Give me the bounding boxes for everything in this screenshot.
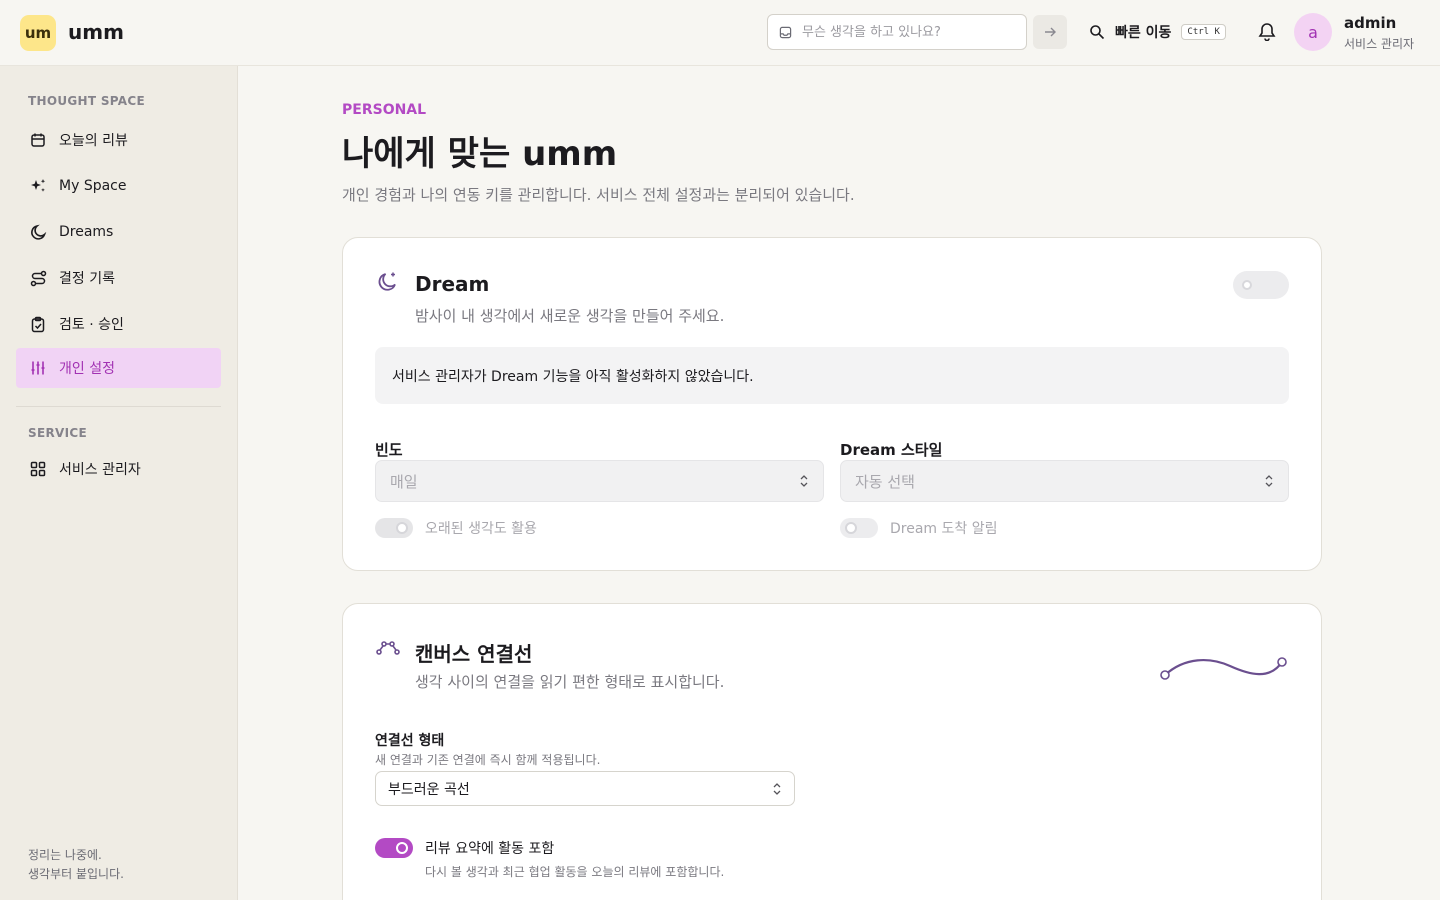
canvas-connection-card: 캔버스 연결선 생각 사이의 연결을 읽기 편한 형태로 표시합니다. 연결선 … <box>342 603 1322 900</box>
section-title-service: SERVICE <box>28 426 87 440</box>
sidebar-item-label: My Space <box>59 178 127 194</box>
dream-style-select[interactable]: 자동 선택 <box>840 460 1289 502</box>
review-activity-hint: 다시 볼 생각과 최근 협업 활동을 오늘의 리뷰에 포함합니다. <box>425 865 725 879</box>
sidebar-item-daily-review[interactable]: 오늘의 리뷰 <box>16 120 221 160</box>
connection-shape-select[interactable]: 부드러운 곡선 <box>375 771 795 806</box>
toggle-knob <box>1242 280 1252 290</box>
sidebar-divider <box>16 406 221 407</box>
route-icon <box>29 269 47 287</box>
chevrons-up-down-icon <box>1264 474 1274 488</box>
review-activity-row: 리뷰 요약에 활동 포함 <box>375 838 554 858</box>
arrival-alert-row: Dream 도착 알림 <box>840 518 997 538</box>
user-avatar[interactable]: a <box>1294 13 1332 51</box>
sidebar-footer: 정리는 나중에. 생각부터 붙입니다. <box>28 846 124 884</box>
page-title: 나에게 맞는 umm <box>342 134 618 174</box>
notifications-button[interactable] <box>1256 20 1278 42</box>
search-icon <box>1089 24 1105 40</box>
dream-disabled-notice: 서비스 관리자가 Dream 기능을 아직 활성화하지 않았습니다. <box>375 347 1289 404</box>
sidebar-item-personal-settings[interactable]: 개인 설정 <box>16 348 221 388</box>
dream-description: 밤사이 내 생각에서 새로운 생각을 만들어 주세요. <box>415 307 725 325</box>
old-thoughts-toggle[interactable] <box>375 518 413 538</box>
app-logo[interactable]: um <box>20 15 56 51</box>
moon-star-icon <box>376 270 400 294</box>
chevrons-up-down-icon <box>799 474 809 488</box>
page-kicker: PERSONAL <box>342 102 427 118</box>
sidebar-item-label: Dreams <box>59 224 114 240</box>
review-activity-toggle[interactable] <box>375 838 413 858</box>
dream-enable-toggle[interactable] <box>1233 271 1289 299</box>
canvas-connection-title: 캔버스 연결선 <box>415 642 533 666</box>
sidebar-item-label: 오늘의 리뷰 <box>59 133 128 149</box>
top-bar: um umm 빠른 이동 Ctrl K a admin 서비스 관리자 <box>0 0 1440 66</box>
sparkles-icon <box>29 177 47 195</box>
connection-shape-label: 연결선 형태 <box>375 733 445 749</box>
frequency-value: 매일 <box>390 472 418 491</box>
connection-icon <box>376 639 400 657</box>
sidebar: THOUGHT SPACE 오늘의 리뷰 My Space Dreams 결정 … <box>0 66 238 900</box>
sidebar-footer-line1: 정리는 나중에. <box>28 848 102 862</box>
chevrons-up-down-icon <box>772 782 782 796</box>
old-thoughts-label: 오래된 생각도 활용 <box>425 521 537 537</box>
inbox-icon <box>779 26 792 39</box>
brand-name[interactable]: umm <box>68 20 124 44</box>
sidebar-item-my-space[interactable]: My Space <box>16 166 221 206</box>
bell-icon <box>1258 23 1276 41</box>
sidebar-item-decisions[interactable]: 결정 기록 <box>16 258 221 298</box>
connection-shape-value: 부드러운 곡선 <box>388 781 470 798</box>
submit-thought-button[interactable] <box>1033 15 1067 49</box>
grid-icon <box>29 460 47 478</box>
dream-style-value: 자동 선택 <box>855 472 915 491</box>
toggle-knob <box>396 522 408 534</box>
frequency-select[interactable]: 매일 <box>375 460 824 502</box>
sidebar-item-service-admin[interactable]: 서비스 관리자 <box>16 449 221 489</box>
sliders-icon <box>29 359 47 377</box>
clipboard-check-icon <box>29 315 47 333</box>
calendar-icon <box>29 131 47 149</box>
moon-icon <box>29 223 47 241</box>
dream-style-label: Dream 스타일 <box>840 441 943 459</box>
sidebar-item-review-approval[interactable]: 검토 · 승인 <box>16 304 221 344</box>
sidebar-item-label: 개인 설정 <box>59 361 115 377</box>
sidebar-item-label: 결정 기록 <box>59 271 115 287</box>
arrow-right-icon <box>1045 27 1056 37</box>
section-title-thought-space: THOUGHT SPACE <box>28 94 145 108</box>
review-activity-label: 리뷰 요약에 활동 포함 <box>425 841 555 857</box>
old-thoughts-row: 오래된 생각도 활용 <box>375 518 537 538</box>
canvas-connection-description: 생각 사이의 연결을 읽기 편한 형태로 표시합니다. <box>415 673 725 691</box>
curve-preview <box>1160 657 1287 680</box>
quick-jump-label: 빠른 이동 <box>1115 25 1172 41</box>
user-name: admin <box>1344 14 1397 32</box>
sidebar-footer-line2: 생각부터 붙입니다. <box>28 867 124 881</box>
dream-settings-card: Dream 밤사이 내 생각에서 새로운 생각을 만들어 주세요. 서비스 관리… <box>342 237 1322 571</box>
sidebar-item-label: 서비스 관리자 <box>59 462 141 478</box>
thought-input-box[interactable] <box>767 14 1027 50</box>
toggle-knob <box>396 842 408 854</box>
toggle-knob <box>845 522 857 534</box>
thought-input[interactable] <box>802 24 1012 40</box>
dream-title: Dream <box>415 272 490 296</box>
connection-shape-hint: 새 연결과 기존 연결에 즉시 함께 적용됩니다. <box>375 753 601 767</box>
page-subtitle: 개인 경험과 나의 연동 키를 관리합니다. 서비스 전체 설정과는 분리되어 … <box>342 186 855 204</box>
arrival-alert-label: Dream 도착 알림 <box>890 521 998 537</box>
arrival-alert-toggle[interactable] <box>840 518 878 538</box>
quick-jump-button[interactable]: 빠른 이동 Ctrl K <box>1089 20 1226 44</box>
sidebar-item-dreams[interactable]: Dreams <box>16 212 221 252</box>
frequency-label: 빈도 <box>375 441 403 459</box>
sidebar-item-label: 검토 · 승인 <box>59 317 124 333</box>
shortcut-badge: Ctrl K <box>1181 24 1226 40</box>
user-role: 서비스 관리자 <box>1344 37 1415 51</box>
